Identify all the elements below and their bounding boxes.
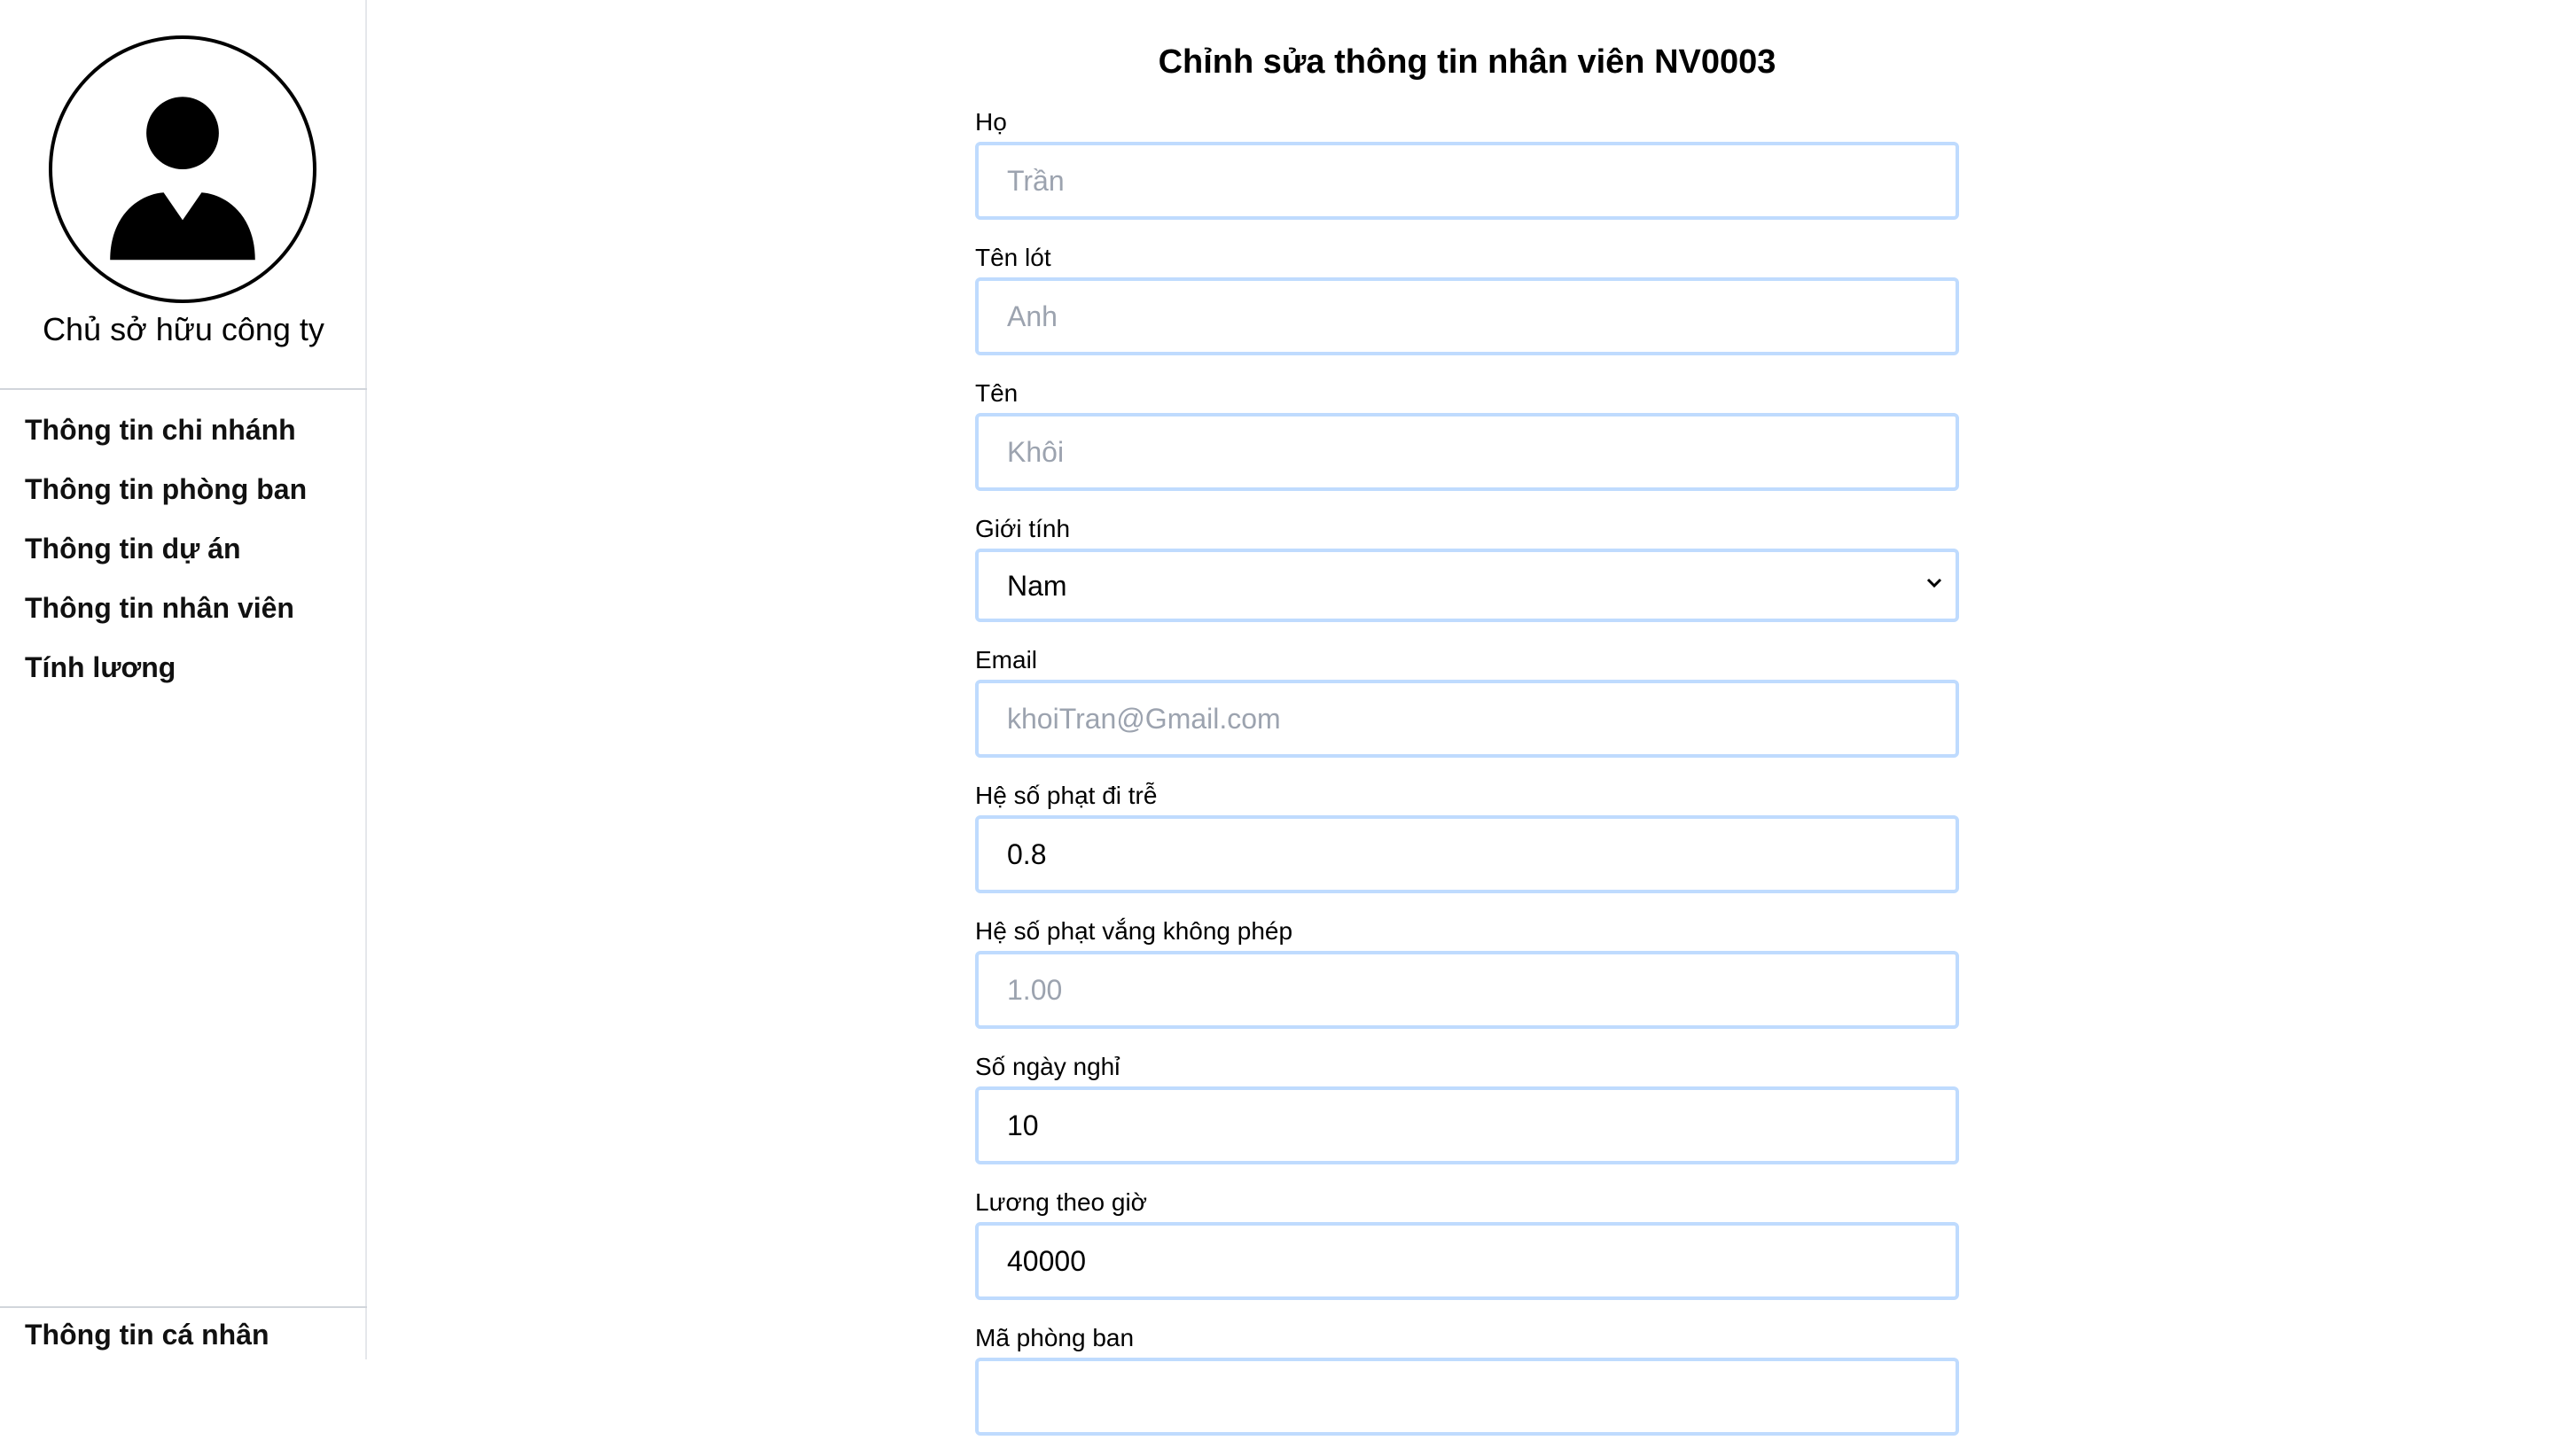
middle-name-input[interactable] [975,277,1959,355]
sidebar-item-project-info[interactable]: Thông tin dự án [25,519,307,579]
field-label: Hệ số phạt đi trễ [975,782,1158,809]
field-label: Mã phòng ban [975,1324,1135,1351]
field-department-id: Mã phòng ban [975,1320,1963,1456]
user-role: Chủ sở hữu công ty [43,311,324,347]
sidebar: Chủ sở hữu công ty Thông tin chi nhánh T… [0,0,367,1359]
field-label: Giới tính [975,515,1071,542]
absence-penalty-input[interactable] [975,951,1959,1029]
days-off-input[interactable] [975,1086,1959,1164]
hourly-wage-input[interactable] [975,1222,1959,1300]
sidebar-item-payroll[interactable]: Tính lương [25,638,307,697]
field-hourly-wage: Lương theo giờ [975,1185,1963,1320]
field-email: Email [975,642,1963,778]
late-penalty-input[interactable] [975,815,1959,893]
sidebar-item-department-info[interactable]: Thông tin phòng ban [25,460,307,519]
sidebar-divider-bottom [0,1306,367,1308]
field-last-name: Họ [975,105,1963,240]
field-label: Hệ số phạt vắng không phép [975,917,1293,945]
sidebar-item-personal-info[interactable]: Thông tin cá nhân [25,1315,269,1354]
sidebar-divider [0,388,367,390]
gender-select[interactable]: Nam [975,549,1959,622]
email-input[interactable] [975,680,1959,758]
edit-employee-form: Họ Tên lót Tên Giới tính Nam Email Hệ số… [975,105,1963,1456]
field-late-penalty: Hệ số phạt đi trễ [975,778,1963,914]
field-absence-penalty: Hệ số phạt vắng không phép [975,914,1963,1049]
field-middle-name: Tên lót [975,240,1963,376]
field-label: Họ [975,108,1007,136]
sidebar-item-employee-info[interactable]: Thông tin nhân viên [25,579,307,638]
field-label: Tên [975,379,1019,407]
department-id-input[interactable] [975,1358,1959,1436]
field-days-off: Số ngày nghỉ [975,1049,1963,1185]
field-gender: Giới tính Nam [975,511,1963,642]
page-title: Chỉnh sửa thông tin nhân viên NV0003 [1158,43,1776,81]
field-label: Lương theo giờ [975,1188,1148,1216]
field-label: Số ngày nghỉ [975,1053,1120,1080]
field-first-name: Tên [975,376,1963,511]
sidebar-nav: Thông tin chi nhánh Thông tin phòng ban … [25,401,307,697]
last-name-input[interactable] [975,142,1959,220]
field-label: Email [975,646,1038,673]
sidebar-item-branch-info[interactable]: Thông tin chi nhánh [25,401,307,460]
field-label: Tên lót [975,244,1051,271]
first-name-input[interactable] [975,413,1959,491]
